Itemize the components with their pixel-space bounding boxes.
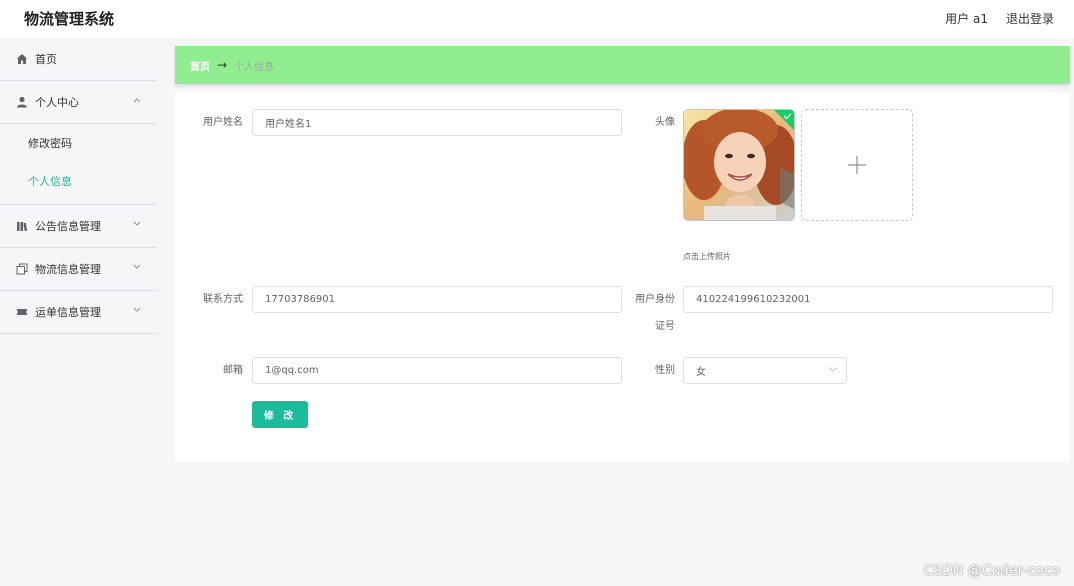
- sidebar-item-personal-center[interactable]: 个人中心: [0, 81, 157, 124]
- check-icon: [783, 113, 792, 120]
- submit-button[interactable]: 修 改: [252, 401, 308, 428]
- sidebar-item-label: 公告信息管理: [35, 220, 101, 233]
- idcard-label-line2: 证号: [655, 321, 675, 332]
- breadcrumb-home-link[interactable]: 首页: [190, 58, 210, 73]
- avatar-label: 头像: [655, 117, 675, 128]
- sidebar-item-label: 首页: [35, 53, 57, 66]
- email-label: 邮箱: [223, 365, 243, 376]
- sidebar-item-logistics-management[interactable]: 物流信息管理: [0, 248, 157, 291]
- personal-info-form: 用户姓名 用户姓名1 头像 点击上传照片 联系方式 17703786901 用户…: [175, 92, 1070, 462]
- current-user-label[interactable]: 用户 a1: [945, 10, 988, 27]
- personal-center-submenu: 修改密码 个人信息: [0, 124, 157, 205]
- sidebar-item-change-password[interactable]: 修改密码: [0, 124, 157, 162]
- breadcrumb-current: 个人信息: [234, 61, 275, 73]
- phone-input[interactable]: 17703786901: [252, 286, 622, 313]
- username-label: 用户姓名: [203, 117, 243, 128]
- plus-icon: [848, 156, 866, 174]
- user-icon: [16, 96, 28, 108]
- sidebar: 首页 个人中心 修改密码 个人信息 公告信息管理 物流信息管理 运单信息管理: [0, 38, 157, 586]
- sidebar-item-waybill-management[interactable]: 运单信息管理: [0, 291, 157, 334]
- sidebar-item-notice-management[interactable]: 公告信息管理: [0, 205, 157, 248]
- chevron-down-icon: [133, 263, 141, 273]
- top-header: 物流管理系统 用户 a1 退出登录: [0, 0, 1074, 38]
- library-icon: [16, 220, 28, 232]
- sidebar-item-home[interactable]: 首页: [0, 38, 157, 81]
- home-icon: [16, 53, 28, 65]
- chevron-down-icon: [828, 364, 838, 377]
- chevron-up-icon: [133, 96, 141, 106]
- app-title: 物流管理系统: [24, 10, 115, 28]
- email-input[interactable]: 1@qq.com: [252, 357, 622, 384]
- chevron-down-icon: [133, 220, 141, 230]
- copy-icon: [16, 263, 28, 275]
- idcard-input[interactable]: 410224199610232001: [683, 286, 1053, 313]
- upload-tip: 点击上传照片: [683, 252, 731, 261]
- breadcrumb-arrow-icon: →: [217, 58, 228, 72]
- sidebar-item-label: 个人中心: [35, 96, 79, 109]
- gender-select-value: 女: [696, 367, 706, 378]
- chevron-down-icon: [133, 306, 141, 316]
- sidebar-item-label: 物流信息管理: [35, 263, 101, 276]
- gender-label: 性别: [655, 365, 675, 376]
- breadcrumb: 首页 → 个人信息: [175, 46, 1070, 84]
- watermark: CSDN @Coder-coco: [923, 563, 1060, 579]
- avatar-photo[interactable]: [683, 109, 795, 221]
- header-actions: 用户 a1 退出登录: [945, 10, 1054, 27]
- logout-link[interactable]: 退出登录: [1006, 10, 1054, 27]
- ticket-icon: [16, 306, 28, 318]
- sidebar-item-personal-info[interactable]: 个人信息: [0, 162, 157, 200]
- phone-label: 联系方式: [203, 294, 243, 305]
- username-input[interactable]: 用户姓名1: [252, 109, 622, 136]
- gender-select[interactable]: 女: [683, 357, 847, 384]
- idcard-label-line1: 用户身份: [635, 294, 675, 305]
- avatar-upload-box[interactable]: [801, 109, 913, 221]
- sidebar-item-label: 运单信息管理: [35, 306, 101, 319]
